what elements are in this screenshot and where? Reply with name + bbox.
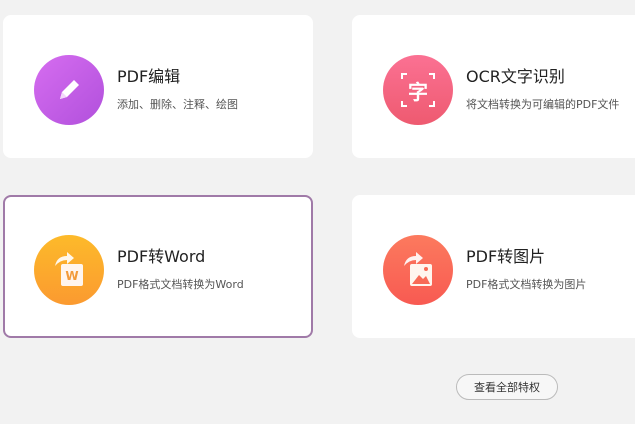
card-title: OCR文字识别 <box>466 67 565 86</box>
card-subtitle: 添加、删除、注释、绘图 <box>117 98 238 111</box>
card-subtitle: PDF格式文档转换为图片 <box>466 278 587 291</box>
word-convert-icon: W <box>34 235 104 305</box>
card-title: PDF转Word <box>117 247 206 266</box>
view-all-privileges-button[interactable]: 查看全部特权 <box>456 374 558 400</box>
word-letter: W <box>65 269 79 283</box>
card-subtitle: PDF格式文档转换为Word <box>117 278 244 291</box>
pencil-icon <box>34 55 104 125</box>
ocr-glyph: 字 <box>408 79 428 104</box>
card-pdf-to-word[interactable]: W PDF转Word PDF格式文档转换为Word <box>3 195 313 338</box>
card-title: PDF编辑 <box>117 67 181 86</box>
ocr-character-icon: 字 <box>383 55 453 125</box>
card-ocr[interactable]: 字 OCR文字识别 将文档转换为可编辑的PDF文件 N <box>352 15 635 158</box>
card-title: PDF转图片 <box>466 247 546 266</box>
card-pdf-edit[interactable]: PDF编辑 添加、删除、注释、绘图 <box>3 15 313 158</box>
card-subtitle: 将文档转换为可编辑的PDF文件 <box>466 98 620 111</box>
card-pdf-to-image[interactable]: PDF转图片 PDF格式文档转换为图片 <box>352 195 635 338</box>
image-convert-icon <box>383 235 453 305</box>
